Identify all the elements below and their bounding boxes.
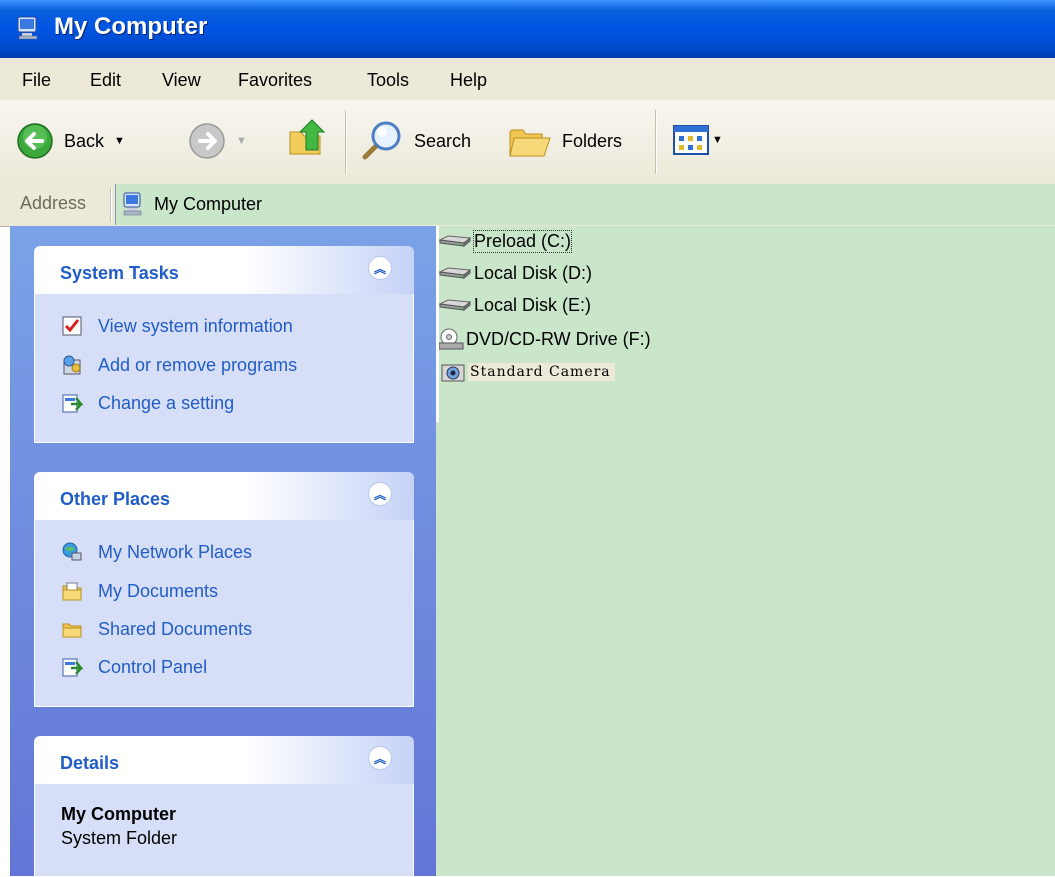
system-tasks-body: View system information Add or remove pr… xyxy=(34,294,414,443)
drive-item[interactable]: Standard Camera xyxy=(440,361,615,383)
drive-label: Standard Camera xyxy=(468,363,615,381)
camera-icon xyxy=(441,364,465,382)
back-dropdown-icon[interactable]: ▼ xyxy=(114,135,125,147)
task-label: Change a setting xyxy=(98,392,235,413)
toolbar: Back ▼ ▼ Search Folders ▼ xyxy=(0,100,1055,185)
up-folder-button[interactable] xyxy=(286,116,328,160)
my-computer-icon xyxy=(17,16,38,40)
system-tasks-panel: System Tasks ︽ View system information A… xyxy=(34,246,414,443)
task-pane: System Tasks ︽ View system information A… xyxy=(10,226,436,877)
drive-item[interactable]: Local Disk (E:) xyxy=(438,294,591,316)
content-area[interactable]: Preload (C:) Local Disk (D:) Local Disk … xyxy=(436,226,1055,876)
content-edge xyxy=(436,226,439,422)
drive-label: Local Disk (D:) xyxy=(474,262,593,283)
menu-file[interactable]: File xyxy=(22,70,51,91)
search-icon xyxy=(362,121,401,160)
my-computer-icon xyxy=(123,192,142,216)
forward-dropdown-icon[interactable]: ▼ xyxy=(236,135,247,147)
shared-folder-icon xyxy=(62,623,82,638)
place-label: Control Panel xyxy=(98,656,208,677)
drive-label: Preload (C:) xyxy=(472,229,573,253)
task-label: View system information xyxy=(98,315,293,336)
system-tasks-header[interactable]: System Tasks ︽ xyxy=(34,246,414,294)
views-icon xyxy=(673,125,709,155)
menu-help[interactable]: Help xyxy=(450,70,487,91)
menu-favorites[interactable]: Favorites xyxy=(238,70,312,91)
task-label: Add or remove programs xyxy=(98,354,298,375)
add-remove-programs-icon xyxy=(63,355,81,375)
panel-title: Other Places xyxy=(60,489,171,509)
change-a-setting-link[interactable]: Change a setting xyxy=(61,392,234,414)
folders-icon xyxy=(509,129,551,157)
control-panel-link[interactable]: Control Panel xyxy=(61,656,207,678)
collapse-chevron-icon[interactable]: ︽ xyxy=(368,482,392,506)
folders-label: Folders xyxy=(562,130,623,151)
control-panel-icon xyxy=(62,394,83,413)
panel-title: Details xyxy=(60,753,120,773)
forward-arrow-icon xyxy=(189,123,225,159)
up-folder-icon xyxy=(289,119,326,155)
my-documents-icon xyxy=(62,582,82,601)
details-header[interactable]: Details ︽ xyxy=(34,736,414,784)
my-network-places-link[interactable]: My Network Places xyxy=(61,541,252,563)
search-label: Search xyxy=(414,130,472,151)
system-information-icon xyxy=(62,316,82,336)
control-panel-icon xyxy=(62,658,83,677)
drive-label: DVD/CD-RW Drive (F:) xyxy=(466,328,651,349)
hard-disk-icon xyxy=(438,299,472,312)
other-places-body: My Network Places My Documents Shared Do… xyxy=(34,520,414,707)
menu-view[interactable]: View xyxy=(162,70,201,91)
place-label: Shared Documents xyxy=(98,618,253,639)
menu-bar: File Edit View Favorites Tools Help xyxy=(0,58,1055,101)
back-button[interactable]: Back ▼ xyxy=(16,122,125,160)
drive-label: Local Disk (E:) xyxy=(474,294,592,315)
hard-disk-icon xyxy=(438,235,472,248)
dvd-drive-icon xyxy=(438,328,464,350)
other-places-panel: Other Places ︽ My Network Places My Docu… xyxy=(34,472,414,707)
other-places-header[interactable]: Other Places ︽ xyxy=(34,472,414,520)
place-label: My Documents xyxy=(98,580,219,601)
address-separator xyxy=(110,188,112,222)
address-bar: Address My Computer xyxy=(0,184,1055,227)
drive-item[interactable]: Preload (C:) xyxy=(438,229,573,253)
shared-documents-link[interactable]: Shared Documents xyxy=(61,618,252,640)
toolbar-separator xyxy=(655,110,657,174)
toolbar-separator xyxy=(345,110,347,174)
address-value: My Computer xyxy=(154,194,263,214)
menu-tools[interactable]: Tools xyxy=(367,70,409,91)
forward-button[interactable]: ▼ xyxy=(188,122,247,160)
address-label: Address xyxy=(20,193,87,213)
menu-edit[interactable]: Edit xyxy=(90,70,121,91)
address-field[interactable]: My Computer xyxy=(115,184,1055,225)
view-system-information-link[interactable]: View system information xyxy=(61,315,293,337)
collapse-chevron-icon[interactable]: ︽ xyxy=(368,256,392,280)
hard-disk-icon xyxy=(438,267,472,280)
folders-button[interactable]: Folders xyxy=(506,122,622,160)
details-type: System Folder xyxy=(61,828,178,848)
title-bar[interactable]: My Computer xyxy=(0,0,1055,58)
details-panel: Details ︽ My Computer System Folder xyxy=(34,736,414,877)
window-title: My Computer xyxy=(54,13,208,40)
back-arrow-icon xyxy=(17,123,53,159)
drive-item[interactable]: DVD/CD-RW Drive (F:) xyxy=(438,328,651,350)
views-dropdown-icon[interactable]: ▼ xyxy=(712,134,723,146)
drive-item[interactable]: Local Disk (D:) xyxy=(438,262,592,284)
my-documents-link[interactable]: My Documents xyxy=(61,580,218,602)
add-remove-programs-link[interactable]: Add or remove programs xyxy=(61,354,297,376)
collapse-chevron-icon[interactable]: ︽ xyxy=(368,746,392,770)
search-button[interactable]: Search xyxy=(358,118,471,164)
views-button[interactable]: ▼ xyxy=(672,124,723,156)
back-label: Back xyxy=(64,130,105,151)
details-name: My Computer xyxy=(61,804,177,824)
network-places-icon xyxy=(62,542,82,561)
details-body: My Computer System Folder xyxy=(34,784,414,877)
place-label: My Network Places xyxy=(98,541,253,562)
panel-title: System Tasks xyxy=(60,263,179,283)
